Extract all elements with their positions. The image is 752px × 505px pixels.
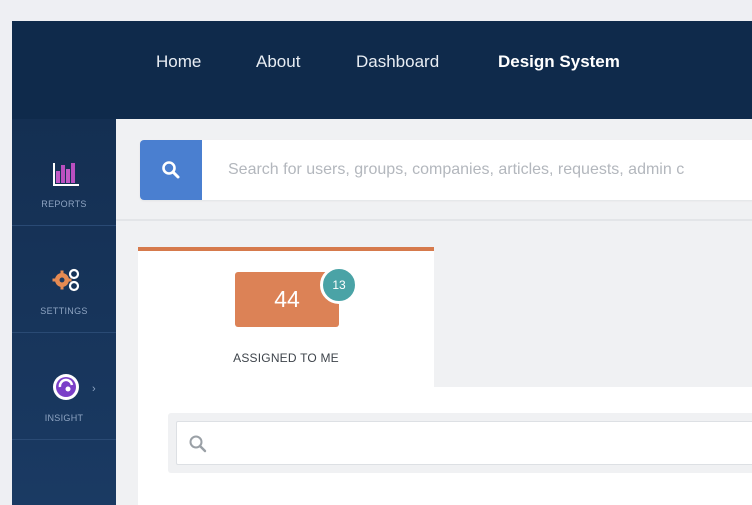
bar-chart-icon [50,157,82,189]
search-button[interactable] [140,140,202,200]
notification-badge: 13 [320,266,358,304]
nav-dashboard-link[interactable]: Dashboard [356,51,439,73]
search-icon [189,435,207,453]
insight-icon [50,371,82,403]
tab-assigned-to-me[interactable]: 44 13 ASSIGNED TO ME [138,247,434,391]
top-navigation: Home About Dashboard Design System [12,21,752,119]
sidebar-item-label: INSIGHT [44,413,84,423]
filter-search-input[interactable] [176,421,752,465]
app-window: Home About Dashboard Design System REPOR… [12,21,752,505]
divider [116,219,752,221]
sidebar-item-label: SETTINGS [40,306,88,316]
chevron-right-icon: › [92,383,96,395]
sidebar-item-label: REPORTS [41,199,87,209]
sidebar-item-reports[interactable]: REPORTS [12,119,116,226]
nav-home-link[interactable]: Home [156,51,201,73]
search-icon [162,161,180,179]
nav-about-link[interactable]: About [256,51,300,73]
results-panel [138,387,752,505]
sidebar: REPORTS SETTINGS › INSIGHT [12,119,116,505]
sidebar-item-insight[interactable]: › INSIGHT [12,333,116,440]
filter-container [168,413,752,473]
sidebar-item-settings[interactable]: SETTINGS [12,226,116,333]
nav-design-system-link[interactable]: Design System [498,51,620,73]
gears-icon [50,264,82,296]
global-search-bar [140,140,752,200]
search-input[interactable] [202,140,752,200]
main-content: 44 13 ASSIGNED TO ME [116,119,752,505]
tab-label: ASSIGNED TO ME [233,351,339,365]
